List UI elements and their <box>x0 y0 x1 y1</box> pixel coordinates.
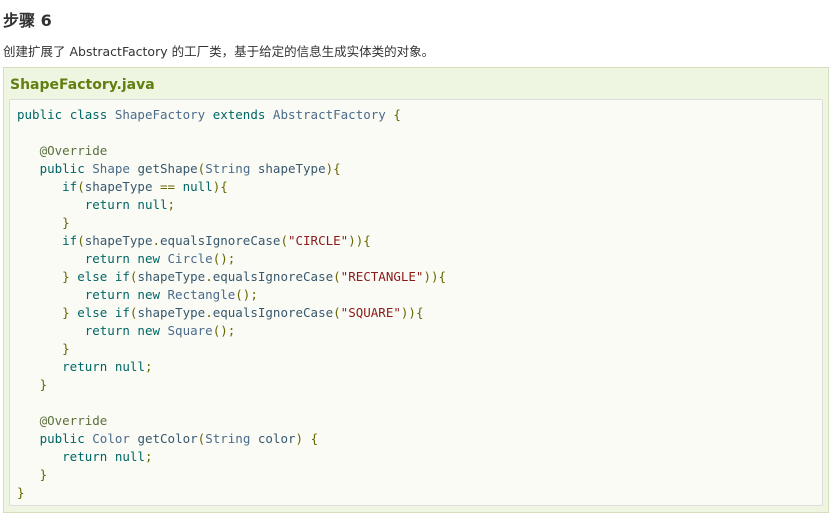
code-listing: public class ShapeFactory extends Abstra… <box>17 106 446 502</box>
code-line: return null; <box>62 359 153 374</box>
code-line: @Override <box>39 413 108 428</box>
code-line: } <box>17 215 70 230</box>
code-line: return null; <box>62 449 153 464</box>
code-line: if(shapeType == null){ <box>62 179 228 194</box>
code-line: return new Rectangle(); <box>84 287 258 302</box>
code-line: return new Circle(); <box>84 251 236 266</box>
code-line: public Shape getShape(String shapeType){ <box>39 161 341 176</box>
code-example: ShapeFactory.java public class ShapeFact… <box>3 67 829 513</box>
code-line: } else if(shapeType.equalsIgnoreCase("RE… <box>17 269 447 284</box>
code-line: } <box>17 341 70 356</box>
code-file-name: ShapeFactory.java <box>10 77 155 93</box>
code-line: return new Square(); <box>84 323 236 338</box>
code-line: public Color getColor(String color) { <box>39 431 319 446</box>
code-line: if(shapeType.equalsIgnoreCase("CIRCLE"))… <box>62 233 371 248</box>
step-description: 创建扩展了 AbstractFactory 的工厂类，基于给定的信息生成实体类的… <box>3 44 435 59</box>
code-line: @Override <box>39 143 108 158</box>
code-block[interactable]: public class ShapeFactory extends Abstra… <box>9 99 823 506</box>
code-line: } <box>17 467 48 482</box>
code-line: } <box>17 485 25 500</box>
code-line: } <box>17 377 48 392</box>
code-line: return null; <box>84 197 176 212</box>
code-line: public class ShapeFactory extends Abstra… <box>17 107 401 122</box>
step-title: 步骤 6 <box>3 11 52 30</box>
code-line: } else if(shapeType.equalsIgnoreCase("SQ… <box>17 305 424 320</box>
